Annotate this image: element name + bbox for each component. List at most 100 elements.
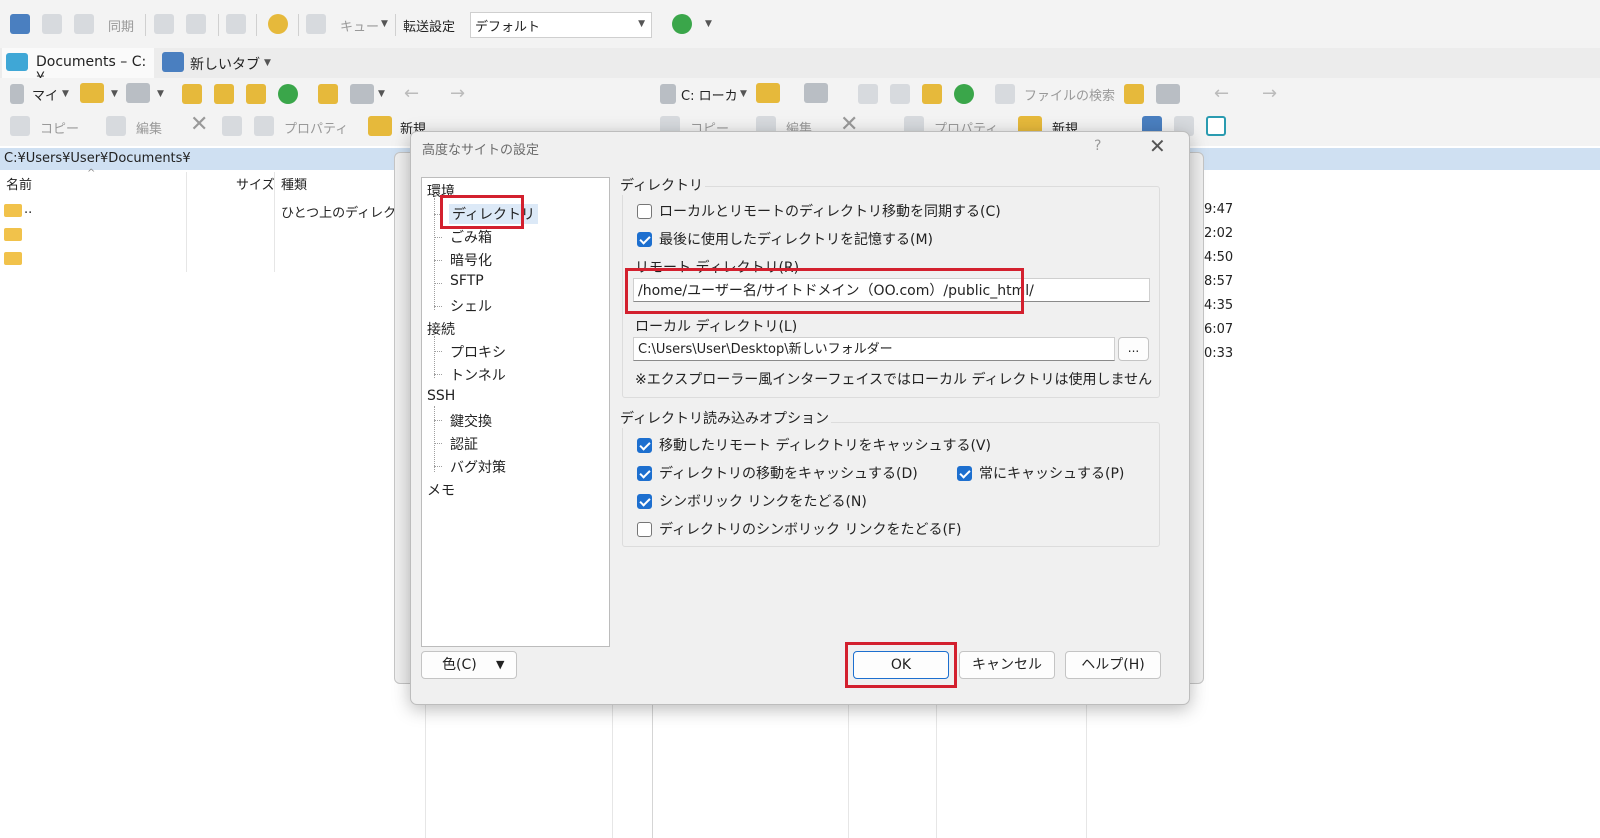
find-files-icon[interactable]	[995, 84, 1015, 104]
console-icon[interactable]	[154, 14, 174, 34]
browse-local-button[interactable]: ...	[1118, 337, 1149, 361]
filter-icon[interactable]	[804, 83, 828, 103]
tab-new[interactable]: 新しいタブ ▼	[158, 48, 278, 78]
remember-last-directory-label[interactable]: 最後に使用したディレクトリを記憶する(M)	[659, 229, 933, 249]
edit-label[interactable]: 編集	[136, 118, 162, 137]
back-arrow-icon[interactable]: ←	[404, 83, 419, 104]
home-icon[interactable]	[246, 84, 266, 104]
parent-folder-icon[interactable]	[858, 84, 878, 104]
tab-documents[interactable]: Documents – C:¥	[2, 48, 154, 86]
open-folder-icon[interactable]	[80, 83, 104, 103]
drive-icon[interactable]	[660, 84, 676, 104]
tree-item-authentication[interactable]: 認証	[450, 434, 478, 454]
follow-dir-symlinks-label[interactable]: ディレクトリのシンボリック リンクをたどる(F)	[659, 519, 961, 539]
tree-icon[interactable]	[1124, 84, 1144, 104]
resolve-symlinks-checkbox[interactable]	[637, 494, 652, 509]
view-icon[interactable]	[1156, 84, 1180, 104]
follow-dir-symlinks-checkbox[interactable]	[637, 522, 652, 537]
tree-branch	[434, 260, 442, 261]
open-folder-icon[interactable]	[756, 83, 780, 103]
properties-label[interactable]: プロパティ	[284, 118, 348, 137]
sync-folders-icon[interactable]	[74, 14, 94, 34]
chevron-down-icon[interactable]: ▼	[740, 89, 747, 99]
rename-icon[interactable]	[222, 116, 242, 136]
chevron-down-icon[interactable]: ▼	[111, 89, 118, 99]
chevron-down-icon[interactable]: ▼	[157, 89, 164, 99]
tree-item-sftp[interactable]: SFTP	[450, 273, 484, 289]
column-size[interactable]: サイズ	[236, 174, 275, 193]
view-icon[interactable]	[350, 84, 374, 104]
tree-item-ssh[interactable]: SSH	[427, 388, 455, 404]
folder-icon[interactable]	[4, 252, 22, 265]
left-location[interactable]: マイ	[32, 85, 58, 104]
globe-icon[interactable]	[672, 14, 692, 34]
close-icon[interactable]: ✕	[1149, 134, 1166, 158]
transfer-settings-select[interactable]: デフォルト ▼	[470, 12, 652, 38]
chevron-down-icon[interactable]: ▼	[62, 89, 69, 99]
compare-icon[interactable]	[10, 14, 30, 34]
tree-icon[interactable]	[318, 84, 338, 104]
forward-arrow-icon[interactable]: →	[450, 83, 465, 104]
always-cache-label[interactable]: 常にキャッシュする(P)	[979, 463, 1124, 483]
cache-changes-checkbox[interactable]	[637, 466, 652, 481]
cache-changes-label[interactable]: ディレクトリの移動をキャッシュする(D)	[659, 463, 918, 483]
drive-icon[interactable]	[10, 84, 24, 104]
sync-button-label[interactable]: 同期	[108, 16, 134, 35]
tree-item-note[interactable]: メモ	[427, 480, 455, 500]
forward-arrow-icon[interactable]: →	[1262, 83, 1277, 104]
find-files-label[interactable]: ファイルの検索	[1024, 85, 1115, 104]
queue-button-label[interactable]: キュー	[340, 16, 379, 35]
chevron-down-icon[interactable]: ▼	[264, 58, 271, 68]
copy-label[interactable]: コピー	[40, 118, 79, 137]
root-folder-icon[interactable]	[214, 84, 234, 104]
column-name[interactable]: 名前	[6, 174, 32, 193]
cache-visited-label[interactable]: 移動したリモート ディレクトリをキャッシュする(V)	[659, 435, 991, 455]
properties-icon[interactable]	[254, 116, 274, 136]
table-row[interactable]: ..	[24, 202, 32, 217]
sync-browsing-checkbox[interactable]	[637, 204, 652, 219]
refresh-icon[interactable]	[278, 84, 298, 104]
back-arrow-icon[interactable]: ←	[1214, 83, 1229, 104]
tree-branch	[434, 306, 442, 307]
copy-icon[interactable]	[10, 116, 30, 136]
chevron-down-icon[interactable]: ▼	[381, 19, 388, 29]
synchronize-icon[interactable]	[42, 14, 62, 34]
tree-item-encryption[interactable]: 暗号化	[450, 250, 492, 270]
cache-visited-checkbox[interactable]	[637, 438, 652, 453]
tree-item-recycle-bin[interactable]: ごみ箱	[450, 227, 492, 247]
refresh-icon[interactable]	[954, 84, 974, 104]
tree-item-shell[interactable]: シェル	[450, 296, 492, 316]
putty-icon[interactable]	[186, 14, 206, 34]
gear-icon[interactable]	[268, 14, 288, 34]
always-cache-checkbox[interactable]	[957, 466, 972, 481]
chevron-down-icon[interactable]: ▼	[378, 89, 385, 99]
tree-item-connection[interactable]: 接続	[427, 319, 455, 339]
local-directory-input[interactable]: C:\Users\User\Desktop\新しいフォルダー	[633, 337, 1115, 361]
new-folder-icon[interactable]	[368, 116, 392, 136]
parent-folder-icon[interactable]	[182, 84, 202, 104]
column-type[interactable]: 種類	[281, 174, 307, 193]
edit-icon[interactable]	[106, 116, 126, 136]
filter-icon[interactable]	[126, 83, 150, 103]
home-icon[interactable]	[922, 84, 942, 104]
cancel-button[interactable]: キャンセル	[959, 651, 1055, 679]
refresh-queue-icon[interactable]	[226, 14, 246, 34]
sync-browsing-label[interactable]: ローカルとリモートのディレクトリ移動を同期する(C)	[659, 201, 1001, 221]
tree-item-bugs[interactable]: バグ対策	[450, 457, 506, 477]
color-button-label: 色(C)	[442, 657, 477, 673]
right-location[interactable]: C: ローカ	[681, 85, 738, 104]
root-folder-icon[interactable]	[890, 84, 910, 104]
resolve-symlinks-label[interactable]: シンボリック リンクをたどる(N)	[659, 491, 867, 511]
help-button[interactable]: ヘルプ(H)	[1065, 651, 1161, 679]
tree-item-proxy[interactable]: プロキシ	[450, 342, 506, 362]
chevron-down-icon[interactable]: ▼	[705, 19, 712, 29]
tree-item-key-exchange[interactable]: 鍵交換	[450, 411, 492, 431]
filter-icon[interactable]	[1206, 116, 1226, 136]
remember-last-directory-checkbox[interactable]	[637, 232, 652, 247]
help-icon[interactable]: ?	[1094, 138, 1101, 154]
delete-icon[interactable]: ✕	[190, 112, 208, 137]
tree-item-tunnel[interactable]: トンネル	[450, 365, 506, 385]
folder-icon[interactable]	[4, 228, 22, 241]
color-button[interactable]: 色(C) ▼	[421, 651, 517, 679]
queue-icon[interactable]	[306, 14, 326, 34]
